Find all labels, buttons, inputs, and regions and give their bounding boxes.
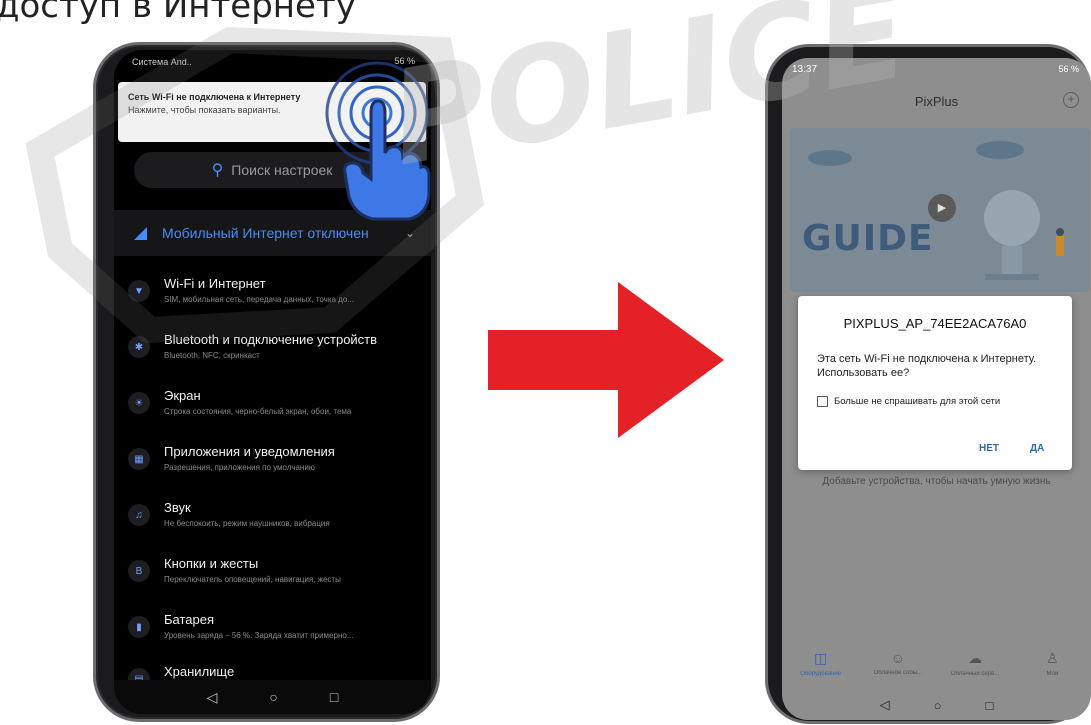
no-button[interactable]: НЕТ — [979, 443, 999, 454]
settings-item-subtitle: SIM, мобильная сеть, передача данных, то… — [164, 295, 354, 304]
status-bar-carrier: Система And.. — [132, 57, 192, 67]
devices-icon: ◫ — [814, 650, 828, 666]
settings-item-apps[interactable]: ▦ Приложения и уведомления Разрешения, п… — [114, 436, 431, 492]
settings-item-sound[interactable]: ♫ Звук Не беспокоить, режим наушников, в… — [114, 492, 431, 548]
events-icon: ☺ — [890, 650, 906, 666]
app-title: PixPlus — [914, 94, 959, 109]
settings-item-title: Хранилище — [164, 664, 235, 679]
tab-label: Мой — [1046, 671, 1059, 677]
brightness-icon: ☀ — [128, 392, 150, 414]
settings-item-subtitle: Уровень заряда – 56 %. Заряда хватит при… — [164, 631, 354, 640]
nav-bar: ◁ ○ □ — [782, 690, 1091, 720]
dont-ask-checkbox[interactable]: Больше не спрашивать для этой сети — [817, 396, 1000, 407]
settings-item-title: Bluetooth и подключение устройств — [164, 332, 378, 347]
top-caption: доступ в Интернету — [0, 0, 356, 26]
back-icon[interactable]: ◁ — [207, 689, 218, 706]
settings-item-subtitle: Переключатель оповещений, навигация, жес… — [164, 575, 341, 584]
settings-item-battery[interactable]: ▮ Батарея Уровень заряда – 56 %. Заряда … — [114, 604, 431, 660]
play-icon[interactable]: ▶ — [928, 194, 956, 222]
settings-item-subtitle: Разрешения, приложения по умолчанию — [164, 463, 315, 472]
checkbox-label: Больше не спрашивать для этой сети — [834, 396, 1001, 407]
settings-item-title: Экран — [164, 388, 201, 403]
tab-label: Облачный серв... — [951, 671, 1000, 677]
recents-icon[interactable]: □ — [986, 698, 994, 713]
wifi-dialog: PIXPLUS_AP_74EE2ACA76A0 Эта сеть Wi-Fi н… — [798, 296, 1072, 470]
nav-bar: ◁ ○ □ — [114, 680, 431, 714]
apps-icon: ▦ — [128, 448, 150, 470]
search-icon: ⚲ — [211, 162, 224, 179]
settings-item-title: Звук — [164, 500, 191, 515]
yes-button[interactable]: ДА — [1030, 443, 1044, 454]
home-icon[interactable]: ○ — [934, 698, 942, 713]
settings-item-subtitle: Строка состояния, черно-белый экран, обо… — [164, 407, 352, 416]
sound-icon: ♫ — [128, 504, 150, 526]
bluetooth-icon: ✱ — [128, 336, 150, 358]
tab-events[interactable]: ☺ Облачное собы... — [868, 650, 928, 676]
signal-icon — [134, 227, 147, 240]
chevron-down-icon[interactable]: ⌄ — [405, 226, 415, 240]
arrow-right-icon — [488, 282, 724, 438]
banner-label: Мобильный Интернет отключен — [162, 225, 369, 241]
status-bar-time: 13:37 — [792, 64, 818, 75]
buttons-icon: B — [128, 560, 150, 582]
status-bar-battery: 56 % — [1058, 64, 1079, 74]
dialog-title: PIXPLUS_AP_74EE2ACA76A0 — [843, 316, 1027, 331]
settings-item-title: Батарея — [164, 612, 215, 627]
settings-item-title: Приложения и уведомления — [164, 444, 335, 459]
wifi-icon: ▼ — [128, 280, 150, 302]
tap-hand-icon — [325, 61, 431, 221]
tab-devices[interactable]: ◫ Оборудование — [791, 650, 851, 677]
guide-label: GUIDE — [802, 218, 934, 259]
tab-cloud[interactable]: ☁ Облачный серв... — [945, 650, 1005, 677]
settings-item-display[interactable]: ☀ Экран Строка состояния, черно-белый эк… — [114, 380, 431, 436]
settings-item-title: Кнопки и жесты — [164, 556, 259, 571]
battery-icon: ▮ — [128, 616, 150, 638]
profile-icon: ♙ — [1046, 650, 1059, 666]
home-icon[interactable]: ○ — [269, 689, 277, 705]
add-device-icon[interactable]: + — [1063, 92, 1079, 108]
tab-profile[interactable]: ♙ Мой — [1022, 650, 1082, 677]
search-placeholder: Поиск настроек — [231, 162, 333, 178]
guide-banner[interactable]: GUIDE ▶ — [790, 128, 1090, 292]
cloud-icon: ☁ — [968, 650, 983, 666]
settings-item-title: Wi-Fi и Интернет — [164, 276, 266, 291]
settings-item-subtitle: Не беспокоить, режим наушников, вибрация — [164, 519, 330, 528]
back-icon[interactable]: ◁ — [880, 697, 890, 713]
tab-label: Оборудование — [800, 671, 842, 677]
dialog-message: Эта сеть Wi-Fi не подключена к Интернету… — [817, 353, 1037, 379]
tab-label: Облачное собы... — [873, 670, 923, 676]
checkbox-icon[interactable] — [817, 396, 828, 407]
empty-hint: Добавьте устройства, чтобы начать умную … — [822, 476, 1051, 487]
settings-item-buttons[interactable]: B Кнопки и жесты Переключатель оповещени… — [114, 548, 431, 604]
bottom-tab-bar: ◫ Оборудование ☺ Облачное собы... ☁ Обла… — [782, 642, 1091, 690]
settings-item-bluetooth[interactable]: ✱ Bluetooth и подключение устройств Blue… — [114, 324, 431, 380]
settings-item-wifi[interactable]: ▼ Wi-Fi и Интернет SIM, мобильная сеть, … — [114, 268, 431, 324]
settings-item-subtitle: Bluetooth, NFC, скринкаст — [164, 351, 260, 360]
recents-icon[interactable]: □ — [330, 689, 338, 705]
